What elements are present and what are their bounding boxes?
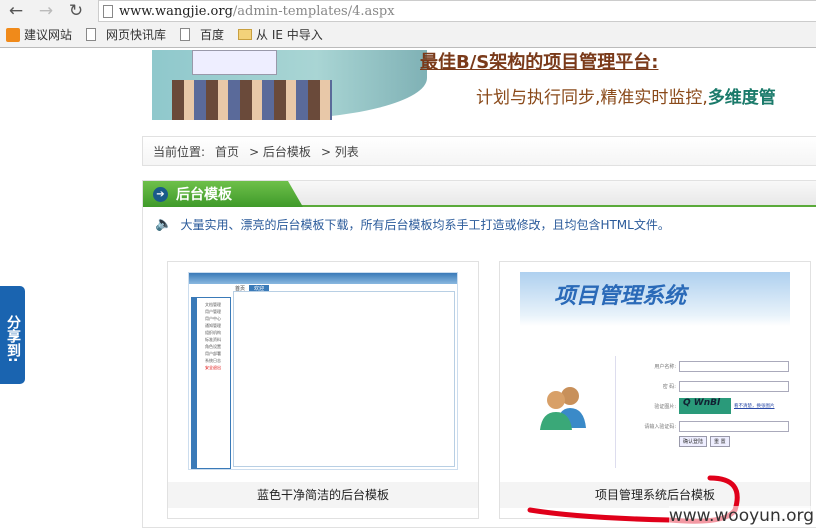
- page-icon: [180, 28, 191, 41]
- template-caption[interactable]: 项目管理系统后台模板: [500, 482, 810, 508]
- bookmark-suggested-sites[interactable]: 建议网站: [6, 26, 72, 43]
- page-icon: [103, 4, 113, 18]
- template-card-blue[interactable]: 首页 欢迎 文档管理 用户管理 用户中心 通知管理 组织机构 标准资料 角色设置 用户部署 系统日…: [167, 261, 479, 519]
- watermark: www.wooyun.org: [668, 506, 814, 526]
- section-title: ➔ 后台模板: [143, 181, 303, 207]
- template-caption[interactable]: 蓝色干净简洁的后台模板: [168, 482, 478, 508]
- thumb-menu-item: 用户部署: [205, 351, 221, 356]
- notice: 🔈 大量实用、漂亮的后台模板下载，所有后台模板均系手工打造或修改，且均包含HTML…: [155, 216, 670, 232]
- banner-title: 最佳B/S架构的项目管理平台:: [420, 52, 659, 73]
- thumb-menu-item: 安全退出: [205, 365, 221, 370]
- thumb-menu-item: 用户中心: [205, 316, 221, 321]
- thumb-menu-item: 用户管理: [205, 309, 221, 314]
- back-button[interactable]: ←: [6, 1, 26, 21]
- thumb-menu-item: 角色设置: [205, 344, 221, 349]
- breadcrumb-templates[interactable]: > 后台模板: [249, 143, 311, 160]
- thumb-menu-item: 文档管理: [205, 302, 221, 307]
- bookmark-baidu[interactable]: 百度: [180, 26, 224, 43]
- thumb-menu-item: 通知管理: [205, 323, 221, 328]
- users-icon: [540, 387, 586, 430]
- folder-icon: [238, 29, 253, 40]
- breadcrumb: 当前位置: 首页 > 后台模板 > 列表: [142, 136, 816, 166]
- template-thumbnail[interactable]: 首页 欢迎 文档管理 用户管理 用户中心 通知管理 组织机构 标准资料 角色设置 用户部署 系统日…: [188, 272, 458, 470]
- banner-illustration: [152, 50, 427, 120]
- thumb-menu-item: 标准资料: [205, 337, 221, 342]
- reload-button[interactable]: ↻: [66, 1, 86, 21]
- template-card-project[interactable]: 项目管理系统 用户名称: 密 码: 验证图片: Q WnBl 看不清楚，换张图片 请…: [499, 261, 811, 519]
- arrow-right-icon: ➔: [153, 186, 168, 202]
- template-thumbnail[interactable]: 项目管理系统 用户名称: 密 码: 验证图片: Q WnBl 看不清楚，换张图片 请…: [520, 272, 790, 472]
- forward-button[interactable]: →: [36, 1, 56, 21]
- banner-subtitle: 计划与执行同步,精准实时监控,多维度管: [476, 88, 776, 108]
- speaker-icon: 🔈: [155, 216, 173, 232]
- breadcrumb-list: > 列表: [320, 144, 359, 159]
- thumb-menu-item: 系统日志: [205, 358, 221, 363]
- templates-section: ➔ 后台模板 🔈 大量实用、漂亮的后台模板下载，所有后台模板均系手工打造或修改，且均…: [142, 180, 816, 528]
- bookmark-import-ie[interactable]: 从 IE 中导入: [238, 26, 323, 43]
- page-icon: [86, 28, 97, 41]
- bookmark-web-slice[interactable]: 网页快讯库: [86, 26, 166, 43]
- banner: 最佳B/S架构的项目管理平台: 计划与执行同步,精准实时监控,多维度管: [152, 50, 816, 120]
- browser-toolbar: ← → ↻ www.wangjie.org/admin-templates/4.…: [0, 0, 816, 22]
- share-widget[interactable]: 分享到:: [0, 286, 25, 384]
- thumb-menu-item: 组织机构: [205, 330, 221, 335]
- bookmarks-bar: 建议网站 网页快讯库 百度 从 IE 中导入: [0, 22, 816, 48]
- address-bar[interactable]: www.wangjie.org/admin-templates/4.aspx: [98, 0, 816, 22]
- breadcrumb-home[interactable]: 首页: [215, 143, 239, 160]
- suggested-sites-icon: [6, 27, 20, 42]
